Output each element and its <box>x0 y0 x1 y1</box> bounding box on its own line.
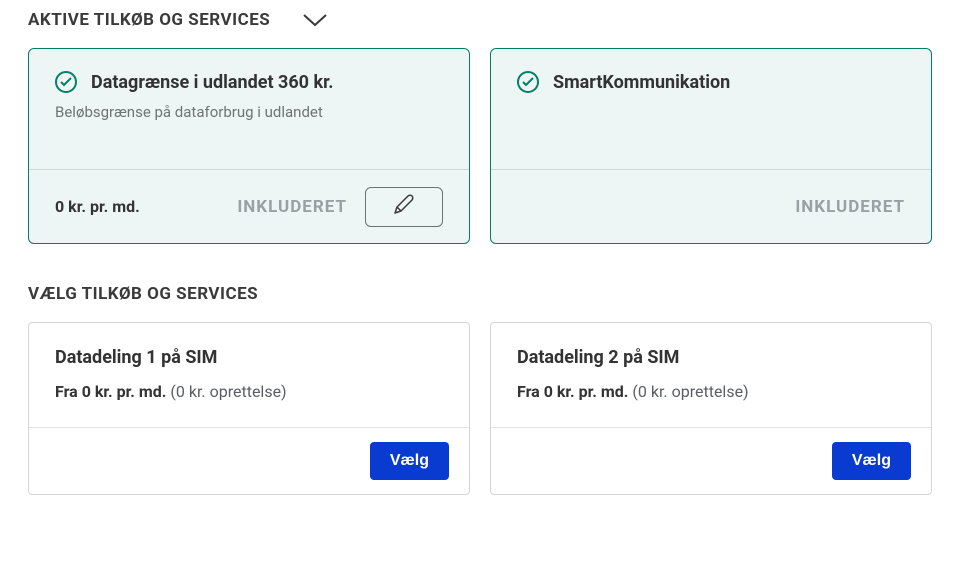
price-suffix: (0 kr. oprettelse) <box>170 382 286 401</box>
select-card-title: Datadeling 2 på SIM <box>517 347 905 368</box>
select-card-footer: Vælg <box>491 427 931 494</box>
select-card: Datadeling 1 på SIM Fra 0 kr. pr. md. (0… <box>28 322 470 495</box>
card-status: INKLUDERET <box>795 197 905 217</box>
price-prefix: Fra 0 kr. pr. md. <box>517 382 628 401</box>
pencil-icon <box>392 193 416 220</box>
check-circle-icon <box>55 71 77 93</box>
select-card-body: Datadeling 2 på SIM Fra 0 kr. pr. md. (0… <box>491 323 931 427</box>
card-body: Datagrænse i udlandet 360 kr. Beløbsgræn… <box>29 49 469 169</box>
active-card: Datagrænse i udlandet 360 kr. Beløbsgræn… <box>28 48 470 244</box>
card-title: SmartKommunikation <box>553 72 730 93</box>
price-suffix: (0 kr. oprettelse) <box>632 382 748 401</box>
price-prefix: Fra 0 kr. pr. md. <box>55 382 166 401</box>
card-body: SmartKommunikation <box>491 49 931 169</box>
card-footer: INKLUDERET <box>491 169 931 243</box>
select-card-title: Datadeling 1 på SIM <box>55 347 443 368</box>
card-subtitle: Beløbsgrænse på dataforbrug i udlandet <box>55 103 443 121</box>
card-price: 0 kr. pr. md. <box>55 197 140 216</box>
select-cards: Datadeling 1 på SIM Fra 0 kr. pr. md. (0… <box>28 322 932 495</box>
card-title-row: SmartKommunikation <box>517 71 905 93</box>
card-footer: 0 kr. pr. md. INKLUDERET <box>29 169 469 243</box>
choose-button[interactable]: Vælg <box>832 442 911 480</box>
select-card-body: Datadeling 1 på SIM Fra 0 kr. pr. md. (0… <box>29 323 469 427</box>
edit-button[interactable] <box>365 187 443 227</box>
card-title: Datagrænse i udlandet 360 kr. <box>91 72 334 93</box>
card-title-row: Datagrænse i udlandet 360 kr. <box>55 71 443 93</box>
select-card: Datadeling 2 på SIM Fra 0 kr. pr. md. (0… <box>490 322 932 495</box>
chevron-down-icon <box>302 13 328 27</box>
check-circle-icon <box>517 71 539 93</box>
choose-button[interactable]: Vælg <box>370 442 449 480</box>
active-section-title: AKTIVE TILKØB OG SERVICES <box>28 10 270 30</box>
select-card-price: Fra 0 kr. pr. md. (0 kr. oprettelse) <box>517 382 905 401</box>
select-section-title: VÆLG TILKØB OG SERVICES <box>28 284 932 304</box>
card-status: INKLUDERET <box>237 197 347 217</box>
active-card: SmartKommunikation INKLUDERET <box>490 48 932 244</box>
active-section-header[interactable]: AKTIVE TILKØB OG SERVICES <box>28 10 932 30</box>
select-card-price: Fra 0 kr. pr. md. (0 kr. oprettelse) <box>55 382 443 401</box>
select-card-footer: Vælg <box>29 427 469 494</box>
active-cards: Datagrænse i udlandet 360 kr. Beløbsgræn… <box>28 48 932 244</box>
